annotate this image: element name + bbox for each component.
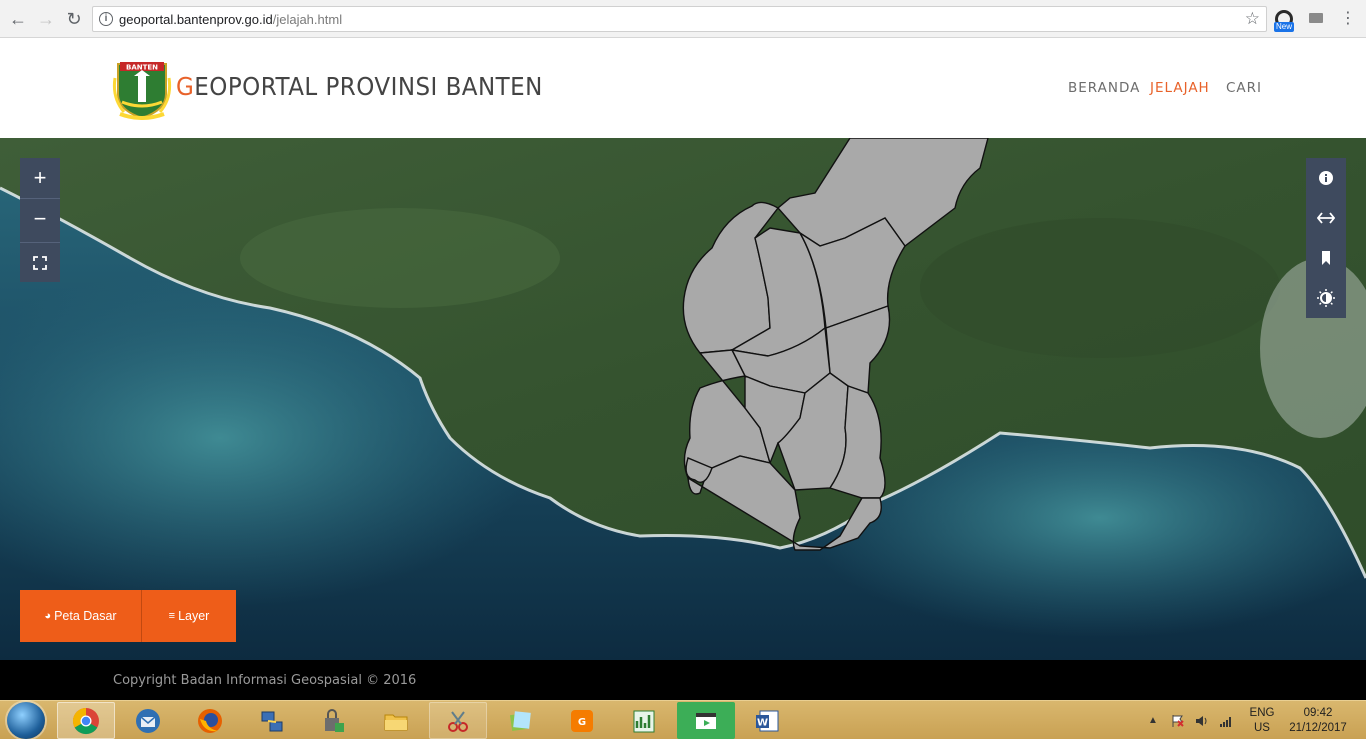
peta-dasar-label: Peta Dasar [54, 609, 117, 623]
windows-taskbar: G W ▲ ENG US 09:42 21/12/2017 [0, 700, 1366, 739]
contrast-button[interactable] [1306, 278, 1346, 318]
svg-text:W: W [757, 717, 768, 728]
fullscreen-icon [33, 256, 47, 270]
extension-new-badge: New [1274, 22, 1295, 32]
info-button[interactable] [1306, 158, 1346, 198]
pdf-icon: G [571, 709, 593, 732]
taskbar-word[interactable]: W [739, 702, 797, 739]
site-footer: Copyright Badan Informasi Geospasial © 2… [0, 660, 1366, 700]
site-header: BANTEN GEOPORTAL PROVINSI BANTEN BERANDA… [0, 38, 1366, 138]
clock-time: 09:42 [1303, 707, 1333, 719]
network-tool-icon [261, 711, 283, 731]
info-icon[interactable]: i [99, 12, 113, 26]
url-path: /jelajah.html [272, 12, 343, 27]
satellite-basemap [0, 138, 1366, 660]
site-title-initial: G [176, 72, 195, 101]
forward-button[interactable]: → [35, 8, 57, 30]
layers-icon: ≡ [168, 610, 176, 622]
zoom-in-button[interactable]: + [20, 158, 60, 198]
fullscreen-button[interactable] [20, 242, 60, 282]
taskbar-chrome[interactable] [57, 702, 115, 739]
map-tools [1306, 158, 1346, 318]
site-title-rest: EOPORTAL PROVINSI BANTEN [194, 72, 543, 101]
action-center-icon[interactable] [1170, 714, 1184, 728]
taskbar-chart-tool[interactable] [615, 702, 673, 739]
firefox-icon [198, 708, 222, 733]
cast-icon[interactable] [1309, 13, 1323, 23]
taskbar-pdf-tool[interactable]: G [553, 702, 611, 739]
url-text[interactable]: geoportal.bantenprov.go.id/jelajah.html [119, 12, 342, 27]
nav-beranda[interactable]: BERANDA [1068, 80, 1140, 96]
browser-menu-icon[interactable]: ⋮ [1340, 8, 1356, 30]
svg-text:G: G [578, 717, 586, 728]
copyright-text: Copyright Badan Informasi Geospasial © 2… [113, 673, 417, 688]
tray-expand-icon[interactable]: ▲ [1148, 715, 1162, 729]
zoom-out-button[interactable]: − [20, 198, 60, 238]
taskbar-sticky-notes[interactable] [491, 702, 549, 739]
region-code: US [1254, 722, 1270, 734]
map-zoom-controls: + − [20, 158, 60, 282]
contrast-icon [1317, 289, 1335, 307]
bookmark-star-icon[interactable]: ☆ [1245, 9, 1260, 29]
back-button[interactable]: ← [7, 8, 29, 30]
start-button[interactable] [7, 702, 45, 739]
taskbar-security-tool[interactable] [305, 702, 363, 739]
info-icon [1319, 171, 1333, 185]
system-clock[interactable]: 09:42 21/12/2017 [1287, 706, 1349, 736]
word-icon: W [756, 710, 779, 731]
scissors-icon [448, 710, 468, 732]
media-tool-icon [696, 712, 716, 729]
language-indicator[interactable]: ENG US [1248, 706, 1276, 736]
banten-logo[interactable]: BANTEN [112, 58, 172, 120]
taskbar-snipping-tool[interactable] [429, 702, 487, 739]
network-signal-icon[interactable] [1219, 714, 1233, 728]
taskbar-network-tool[interactable] [243, 702, 301, 739]
basemap-panel: ◕ Peta Dasar ≡ Layer [20, 590, 236, 642]
bookmark-icon [1322, 251, 1330, 265]
taskbar-firefox[interactable] [181, 702, 239, 739]
nav-cari[interactable]: CARI [1226, 80, 1262, 96]
clock-date: 21/12/2017 [1289, 722, 1347, 734]
address-bar[interactable]: i geoportal.bantenprov.go.id/jelajah.htm… [92, 6, 1267, 32]
url-host: geoportal.bantenprov.go.id [119, 12, 273, 27]
security-tool-icon [325, 708, 344, 732]
browser-toolbar: ← → ↻ i geoportal.bantenprov.go.id/jelaj… [0, 0, 1366, 38]
globe-icon: ◕ [44, 610, 52, 622]
layer-label: Layer [178, 609, 210, 623]
chrome-icon [72, 707, 99, 734]
map-viewport[interactable]: + − ◕ Peta Dasar ≡ Layer [0, 138, 1366, 660]
site-title[interactable]: GEOPORTAL PROVINSI BANTEN [176, 72, 543, 101]
bookmark-button[interactable] [1306, 238, 1346, 278]
language-code: ENG [1249, 707, 1275, 719]
reload-button[interactable]: ↻ [63, 8, 85, 30]
swap-button[interactable] [1306, 198, 1346, 238]
taskbar-file-explorer[interactable] [367, 702, 425, 739]
chart-tool-icon [633, 710, 655, 732]
volume-icon[interactable] [1195, 714, 1209, 728]
layer-button[interactable]: ≡ Layer [142, 590, 236, 642]
swap-icon [1317, 212, 1335, 224]
taskbar-media-tool[interactable] [677, 702, 735, 739]
sticky-notes-icon [509, 710, 531, 731]
taskbar-thunderbird[interactable] [119, 702, 177, 739]
nav-jelajah[interactable]: JELAJAH [1150, 80, 1210, 96]
peta-dasar-button[interactable]: ◕ Peta Dasar [20, 590, 142, 642]
extension-icon[interactable]: New [1274, 10, 1295, 32]
thunderbird-icon [136, 708, 160, 733]
folder-icon [384, 714, 408, 730]
